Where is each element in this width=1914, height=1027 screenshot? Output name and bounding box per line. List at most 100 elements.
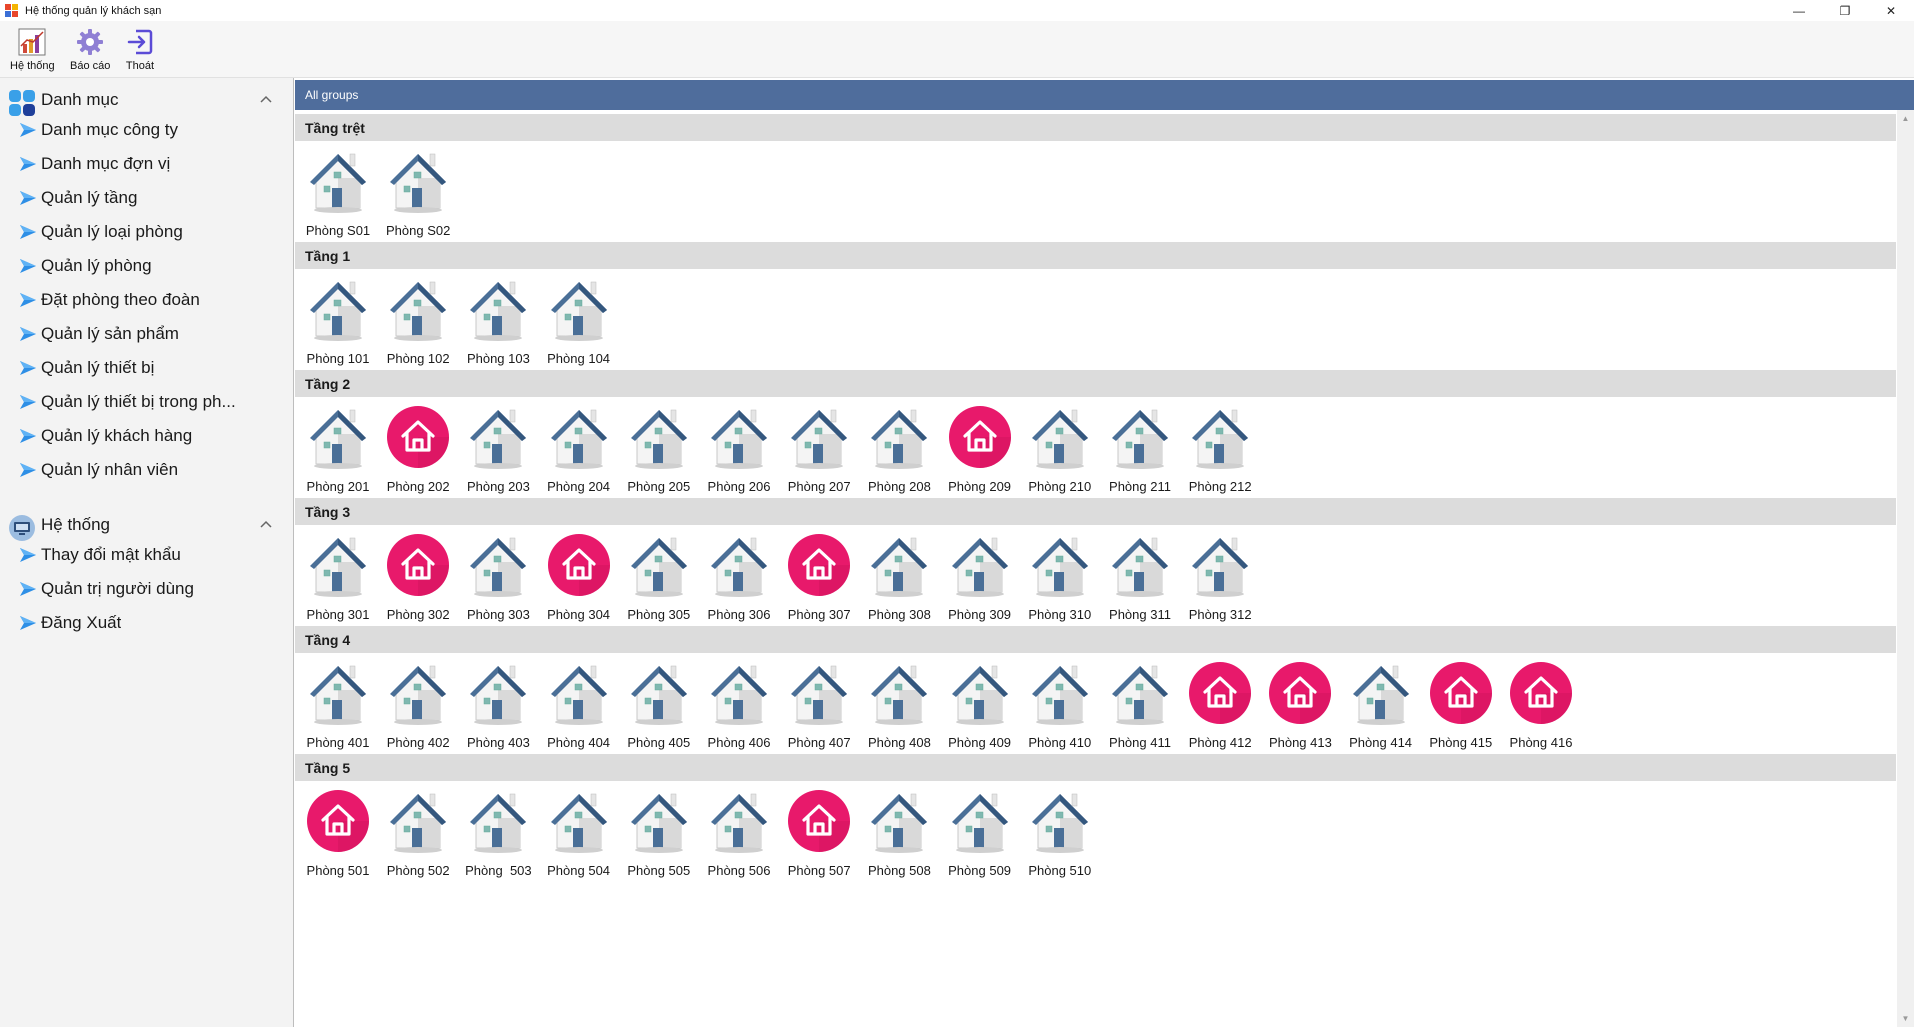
system-button[interactable]: Hệ thống (10, 25, 55, 77)
exit-button[interactable]: Thoát (123, 25, 157, 77)
room-tile-occupied[interactable]: Phòng 304 (539, 525, 619, 625)
room-tile-vacant[interactable]: Phòng 505 (619, 781, 699, 881)
monitor-icon (9, 515, 35, 541)
room-tile-vacant[interactable]: Phòng 212 (1180, 397, 1260, 497)
room-tile-vacant[interactable]: Phòng 406 (699, 653, 779, 753)
room-tile-vacant[interactable]: Phòng 205 (619, 397, 699, 497)
sidebar-item[interactable]: Thay đổi mật khẩu (18, 542, 288, 568)
room-tile-occupied[interactable]: Phòng 416 (1501, 653, 1581, 753)
sidebar-item[interactable]: Quản lý thiết bị (18, 355, 288, 381)
room-tile-vacant[interactable]: Phòng 506 (699, 781, 779, 881)
room-tile-vacant[interactable]: Phòng S01 (298, 141, 378, 241)
room-tile-vacant[interactable]: Phòng 410 (1020, 653, 1100, 753)
room-tile-vacant[interactable]: Phòng 203 (458, 397, 538, 497)
vertical-scrollbar[interactable]: ▲ ▼ (1897, 110, 1914, 1027)
room-tile-vacant[interactable]: Phòng 303 (458, 525, 538, 625)
room-tile-vacant[interactable]: Phòng 104 (539, 269, 619, 369)
sidebar-item[interactable]: Quản lý loại phòng (18, 219, 288, 245)
floor-header[interactable]: Tầng 1 (295, 242, 1896, 269)
room-tile-vacant[interactable]: Phòng 208 (859, 397, 939, 497)
room-tile-vacant[interactable]: Phòng 509 (940, 781, 1020, 881)
room-tile-occupied[interactable]: Phòng 507 (779, 781, 859, 881)
room-tile-vacant[interactable]: Phòng 407 (779, 653, 859, 753)
room-tile-vacant[interactable]: Phòng 308 (859, 525, 939, 625)
sidebar-item[interactable]: Đặt phòng theo đoàn (18, 287, 288, 313)
room-tile-vacant[interactable]: Phòng 311 (1100, 525, 1180, 625)
sidebar-item[interactable]: Quản trị người dùng (18, 576, 288, 602)
sidebar-item[interactable]: Quản lý phòng (18, 253, 288, 279)
room-tile-vacant[interactable]: Phòng 201 (298, 397, 378, 497)
chevron-up-icon[interactable] (258, 92, 274, 108)
room-tile-vacant[interactable]: Phòng 310 (1020, 525, 1100, 625)
room-tile-vacant[interactable]: Phòng 502 (378, 781, 458, 881)
room-tile-occupied[interactable]: Phòng 415 (1421, 653, 1501, 753)
sidebar-item-label: Quản lý thiết bị (41, 358, 155, 377)
room-tile-vacant[interactable]: Phòng 207 (779, 397, 859, 497)
sidebar-group-he-thong[interactable]: Hệ thống (0, 507, 294, 543)
floor-header[interactable]: Tầng 2 (295, 370, 1896, 397)
room-tile-vacant[interactable]: Phòng 312 (1180, 525, 1260, 625)
minimize-button[interactable]: — (1776, 0, 1822, 21)
room-tile-occupied[interactable]: Phòng 209 (940, 397, 1020, 497)
room-tile-vacant[interactable]: Phòng 510 (1020, 781, 1100, 881)
sidebar-item[interactable]: Danh mục công ty (18, 117, 288, 143)
room-tile-vacant[interactable]: Phòng 401 (298, 653, 378, 753)
room-tile-occupied[interactable]: Phòng 413 (1260, 653, 1340, 753)
room-label: Phòng 409 (948, 735, 1012, 750)
room-tile-vacant[interactable]: Phòng 204 (539, 397, 619, 497)
room-tile-vacant[interactable]: Phòng 408 (859, 653, 939, 753)
room-tile-vacant[interactable]: Phòng S02 (378, 141, 458, 241)
room-tile-vacant[interactable]: Phòng 508 (859, 781, 939, 881)
arrow-icon (20, 293, 36, 307)
scroll-up-icon[interactable]: ▲ (1897, 110, 1914, 127)
room-label: Phòng 406 (707, 735, 771, 750)
room-tile-vacant[interactable]: Phòng 102 (378, 269, 458, 369)
room-tile-occupied[interactable]: Phòng 302 (378, 525, 458, 625)
floor-header[interactable]: Tầng 3 (295, 498, 1896, 525)
room-tile-vacant[interactable]: Phòng 101 (298, 269, 378, 369)
arrow-icon (20, 191, 36, 205)
room-tile-vacant[interactable]: Phòng 504 (539, 781, 619, 881)
house-icon (1025, 657, 1095, 729)
room-tile-vacant[interactable]: Phòng 206 (699, 397, 779, 497)
report-button[interactable]: Báo cáo (70, 25, 110, 77)
restore-button[interactable]: ❐ (1822, 0, 1868, 21)
room-tile-occupied[interactable]: Phòng 202 (378, 397, 458, 497)
floor-header[interactable]: Tầng trệt (295, 114, 1896, 141)
room-tile-vacant[interactable]: Phòng 503 (458, 781, 538, 881)
room-label: Phòng 412 (1188, 735, 1252, 750)
house-icon (1185, 401, 1255, 473)
sidebar-group-danh-muc[interactable]: Danh mục (0, 82, 294, 118)
sidebar-item[interactable]: Quản lý thiết bị trong ph... (18, 389, 288, 415)
room-tile-vacant[interactable]: Phòng 402 (378, 653, 458, 753)
room-tile-vacant[interactable]: Phòng 405 (619, 653, 699, 753)
room-tile-vacant[interactable]: Phòng 301 (298, 525, 378, 625)
room-tile-vacant[interactable]: Phòng 409 (940, 653, 1020, 753)
room-tile-vacant[interactable]: Phòng 414 (1341, 653, 1421, 753)
close-button[interactable]: ✕ (1868, 0, 1914, 21)
room-tile-vacant[interactable]: Phòng 404 (539, 653, 619, 753)
room-tile-vacant[interactable]: Phòng 211 (1100, 397, 1180, 497)
sidebar-item[interactable]: Danh mục đợn vị (18, 151, 288, 177)
room-tile-occupied[interactable]: Phòng 307 (779, 525, 859, 625)
room-tile-vacant[interactable]: Phòng 411 (1100, 653, 1180, 753)
room-tile-vacant[interactable]: Phòng 103 (458, 269, 538, 369)
floor-header[interactable]: Tầng 4 (295, 626, 1896, 653)
house-icon (303, 657, 373, 729)
sidebar-item[interactable]: Quản lý sản phẩm (18, 321, 288, 347)
sidebar-item[interactable]: Đăng Xuất (18, 610, 288, 636)
scroll-down-icon[interactable]: ▼ (1897, 1010, 1914, 1027)
room-tile-vacant[interactable]: Phòng 306 (699, 525, 779, 625)
sidebar-item[interactable]: Quản lý tầng (18, 185, 288, 211)
chevron-up-icon[interactable] (258, 517, 274, 533)
room-tile-vacant[interactable]: Phòng 210 (1020, 397, 1100, 497)
room-tile-occupied[interactable]: Phòng 412 (1180, 653, 1260, 753)
sidebar-item[interactable]: Quản lý nhân viên (18, 457, 288, 483)
house-icon (544, 785, 614, 857)
room-tile-vacant[interactable]: Phòng 309 (940, 525, 1020, 625)
room-tile-vacant[interactable]: Phòng 305 (619, 525, 699, 625)
room-tile-occupied[interactable]: Phòng 501 (298, 781, 378, 881)
floor-header[interactable]: Tầng 5 (295, 754, 1896, 781)
sidebar-item[interactable]: Quản lý khách hàng (18, 423, 288, 449)
room-tile-vacant[interactable]: Phòng 403 (458, 653, 538, 753)
